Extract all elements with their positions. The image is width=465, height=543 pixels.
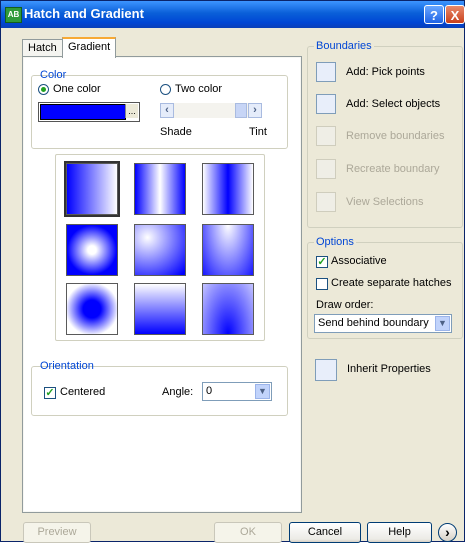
recreate-boundary-icon — [316, 159, 336, 179]
gradient-curved[interactable] — [202, 224, 254, 276]
gradient-inv-cylinder[interactable] — [202, 163, 254, 215]
orientation-group: Orientation ✓ Centered Angle: 0 ▼ — [31, 360, 288, 416]
angle-label: Angle: — [162, 386, 194, 398]
angle-value: 0 — [206, 385, 213, 397]
preview-button: Preview — [23, 522, 91, 543]
color-swatch[interactable]: ... — [38, 102, 140, 122]
view-selections-button: View Selections — [346, 196, 424, 208]
boundaries-legend: Boundaries — [314, 40, 374, 52]
gradient-hemispherical[interactable] — [134, 224, 186, 276]
tint-label: Tint — [249, 126, 267, 138]
add-select-objects-button[interactable]: Add: Select objects — [346, 98, 440, 110]
inherit-properties-icon[interactable] — [315, 359, 337, 381]
color-legend: Color — [40, 69, 67, 81]
boundaries-group: Boundaries Add: Pick points Add: Select … — [307, 40, 463, 228]
help-title-button[interactable]: ? — [424, 5, 444, 24]
draw-order-value: Send behind boundary — [318, 317, 429, 329]
gradient-inv-spherical[interactable] — [66, 283, 118, 335]
title-bar[interactable]: AB Hatch and Gradient ? X — [1, 1, 465, 28]
color-fill — [40, 104, 126, 120]
options-group: Options ✓ Associative Create separate ha… — [307, 236, 463, 339]
recreate-boundary-button: Recreate boundary — [346, 163, 440, 175]
chevron-left-icon[interactable]: ‹ — [160, 103, 174, 118]
separate-hatches-label: Create separate hatches — [331, 277, 452, 289]
draw-order-select[interactable]: Send behind boundary ▼ — [314, 314, 452, 333]
chevron-right-icon[interactable]: › — [248, 103, 262, 118]
gradient-inv-hemispherical[interactable] — [134, 283, 186, 335]
two-color-radio[interactable] — [160, 84, 171, 95]
tab-gradient[interactable]: Gradient — [62, 37, 117, 58]
remove-boundaries-icon — [316, 126, 336, 146]
centered-checkbox[interactable]: ✓ — [44, 387, 56, 399]
options-legend: Options — [314, 236, 356, 248]
color-group: Color One color Two color ... ‹ › Shade … — [31, 69, 288, 149]
separate-hatches-checkbox[interactable] — [316, 278, 328, 290]
gradient-pattern-grid — [55, 154, 265, 341]
remove-boundaries-button: Remove boundaries — [346, 130, 445, 142]
chevron-down-icon[interactable]: ▼ — [255, 384, 270, 399]
associative-checkbox[interactable]: ✓ — [316, 256, 328, 268]
magnifier-icon — [316, 192, 336, 212]
gradient-spherical[interactable] — [66, 224, 118, 276]
two-color-label: Two color — [175, 83, 223, 95]
gradient-tab-panel: Color One color Two color ... ‹ › Shade … — [22, 56, 302, 513]
ok-button: OK — [214, 522, 282, 543]
window-title: Hatch and Gradient — [24, 6, 144, 21]
app-icon: AB — [5, 7, 22, 23]
more-options-button[interactable]: › — [438, 523, 457, 542]
gradient-inv-curved[interactable] — [202, 283, 254, 335]
inherit-properties-button[interactable]: Inherit Properties — [347, 363, 431, 375]
slider-thumb[interactable] — [235, 103, 247, 118]
tab-hatch[interactable]: Hatch — [22, 39, 63, 57]
gradient-cylinder[interactable] — [134, 163, 186, 215]
chevron-down-icon[interactable]: ▼ — [435, 316, 450, 331]
browse-color-button[interactable]: ... — [125, 104, 138, 118]
centered-label: Centered — [60, 386, 106, 398]
one-color-label: One color — [53, 83, 101, 95]
gradient-linear[interactable] — [64, 161, 120, 217]
cancel-button[interactable]: Cancel — [289, 522, 361, 543]
shade-label: Shade — [160, 126, 192, 138]
close-button[interactable]: X — [445, 5, 465, 24]
help-button[interactable]: Help — [367, 522, 432, 543]
shade-tint-slider[interactable]: ‹ › — [160, 103, 262, 118]
draw-order-label: Draw order: — [316, 299, 374, 311]
add-pick-points-button[interactable]: Add: Pick points — [346, 66, 425, 78]
select-objects-icon[interactable] — [316, 94, 336, 114]
pick-points-icon[interactable] — [316, 62, 336, 82]
associative-label: Associative — [331, 255, 387, 267]
angle-select[interactable]: 0 ▼ — [202, 382, 272, 401]
orientation-legend: Orientation — [40, 360, 94, 372]
hatch-gradient-dialog: AB Hatch and Gradient ? X Hatch Gradient… — [0, 0, 465, 543]
one-color-radio[interactable] — [38, 84, 49, 95]
